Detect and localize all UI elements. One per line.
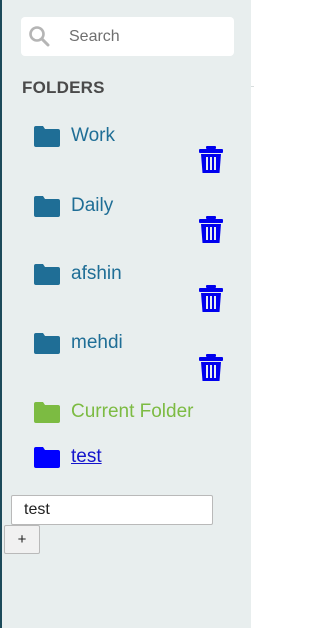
folder-icon xyxy=(34,264,60,285)
folder-item-test[interactable]: test xyxy=(34,442,102,472)
page-edge xyxy=(251,0,254,628)
folder-label: Work xyxy=(71,125,115,146)
trash-icon[interactable] xyxy=(199,146,223,173)
add-folder-button[interactable]: + xyxy=(4,525,40,554)
folder-label: mehdi xyxy=(71,332,123,353)
folder-item-afshin[interactable]: afshin xyxy=(34,259,122,289)
folder-label: Current Folder xyxy=(71,401,194,422)
folder-item-current-folder[interactable]: Current Folder xyxy=(34,397,194,427)
folder-label: Daily xyxy=(71,195,114,216)
folder-icon xyxy=(34,196,60,217)
divider xyxy=(251,86,254,87)
trash-icon[interactable] xyxy=(199,285,223,312)
folder-item-daily[interactable]: Daily xyxy=(34,191,113,221)
search-icon xyxy=(29,26,50,47)
folder-item-mehdi[interactable]: mehdi xyxy=(34,328,123,358)
folder-icon xyxy=(34,402,60,423)
folder-label: afshin xyxy=(71,263,122,284)
trash-icon[interactable] xyxy=(199,354,223,381)
folder-item-work[interactable]: Work xyxy=(34,121,115,151)
folder-link-label[interactable]: test xyxy=(71,446,102,468)
trash-icon[interactable] xyxy=(199,216,223,243)
folders-heading: FOLDERS xyxy=(22,78,105,97)
folder-icon xyxy=(34,126,60,147)
folder-sidebar: FOLDERS Work Daily afshin xyxy=(0,0,251,628)
folder-icon xyxy=(34,333,60,354)
new-folder-input[interactable] xyxy=(11,495,213,525)
search-box[interactable] xyxy=(21,17,234,56)
search-input[interactable] xyxy=(69,17,229,56)
folder-icon xyxy=(34,447,60,468)
